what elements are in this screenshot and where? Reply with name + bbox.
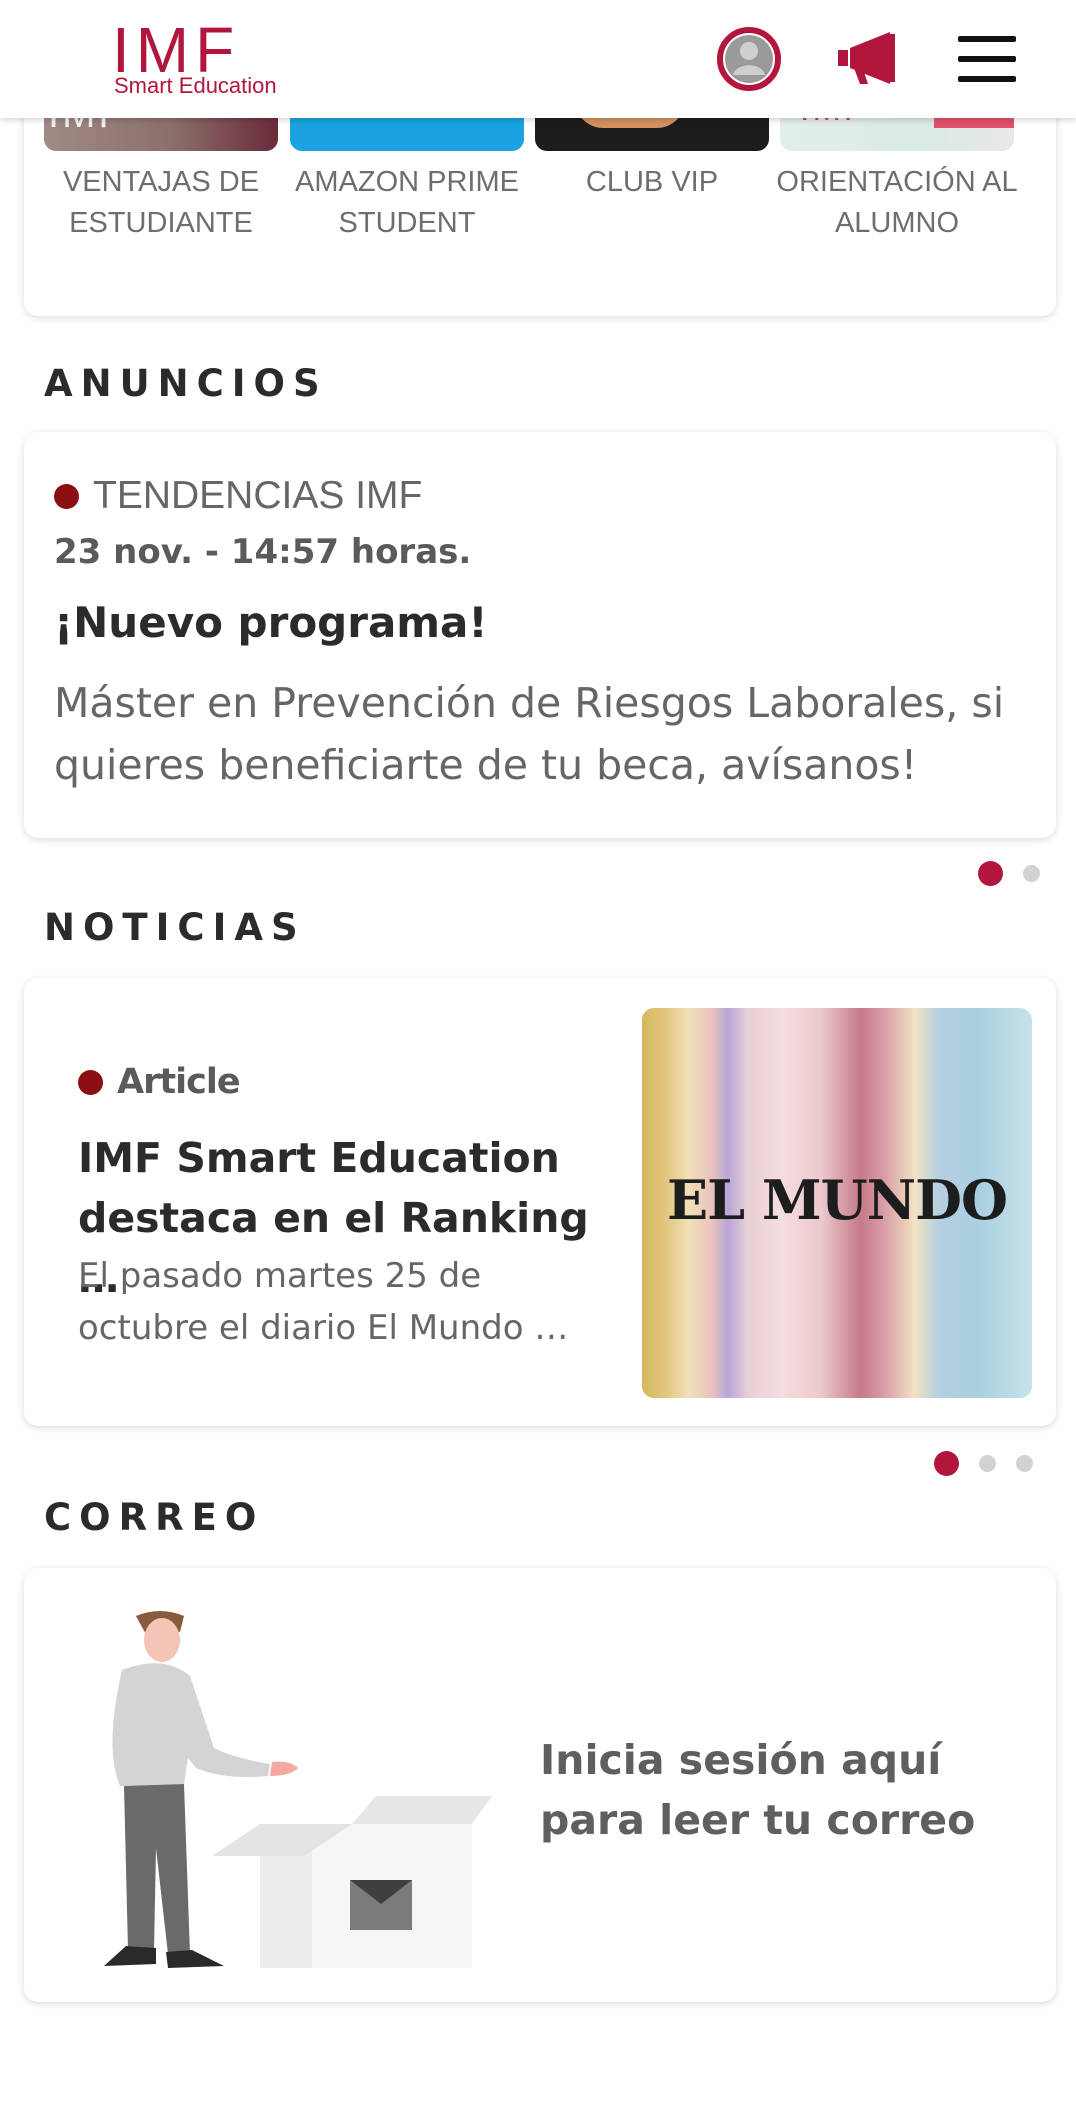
announcement-date: 23 nov. - 14:57 horas.	[54, 532, 472, 572]
imf-logo[interactable]: IMF Smart Education	[112, 18, 312, 98]
pager-dot[interactable]	[1023, 865, 1040, 882]
news-pager	[934, 1451, 1033, 1476]
user-avatar-icon	[717, 27, 781, 91]
news-type: Article	[78, 1062, 241, 1102]
announcement-body: Máster en Prevención de Riesgos Laborale…	[54, 679, 1005, 789]
news-heading: NOTICIAS	[44, 906, 306, 949]
mail-heading: CORREO	[44, 1496, 265, 1539]
mail-login-link[interactable]: Inicia sesión aquí para leer tu correo	[540, 1730, 1020, 1850]
pager-dot-active[interactable]	[978, 861, 1003, 886]
tile-label: ORIENTACIÓN AL ALUMNO	[776, 166, 1018, 239]
category-dot-icon	[78, 1069, 103, 1095]
announcements-heading: ANUNCIOS	[44, 362, 328, 405]
pager-dot-active[interactable]	[934, 1451, 959, 1476]
announcement-category: TENDENCIAS IMF	[54, 474, 422, 518]
news-thumbnail: EL MUNDO	[642, 1008, 1032, 1398]
announcement-card[interactable]: TENDENCIAS IMF 23 nov. - 14:57 horas. ¡N…	[24, 432, 1056, 838]
news-thumbnail-text: EL MUNDO	[666, 1168, 1008, 1232]
app-header: IMF Smart Education	[0, 0, 1076, 118]
tile-label: AMAZON PRIME STUDENT	[295, 166, 519, 239]
announcement-title: ¡Nuevo programa!	[54, 598, 488, 647]
news-type-label: Article	[117, 1062, 241, 1102]
news-card[interactable]: Article IMF Smart Education destaca en e…	[24, 978, 1056, 1426]
profile-button[interactable]	[714, 24, 784, 94]
person-mailbox-illustration	[104, 1611, 492, 1968]
mail-card[interactable]: Inicia sesión aquí para leer tu correo	[24, 1568, 1056, 2002]
megaphone-icon	[838, 32, 895, 84]
announcement-category-label: TENDENCIAS IMF	[93, 474, 423, 517]
announcements-pager	[978, 861, 1040, 886]
news-excerpt: El pasado martes 25 de octubre el diario…	[78, 1256, 569, 1348]
hamburger-menu-icon	[958, 36, 1016, 82]
menu-button[interactable]	[952, 24, 1022, 94]
logo-tagline: Smart Education	[114, 73, 277, 98]
announcements-button[interactable]	[834, 24, 904, 94]
tile-label: CLUB VIP	[585, 166, 719, 198]
pager-dot[interactable]	[1016, 1455, 1033, 1472]
category-dot-icon	[54, 483, 79, 509]
pager-dot[interactable]	[979, 1455, 996, 1472]
tile-label: VENTAJAS DE ESTUDIANTE	[62, 166, 260, 239]
